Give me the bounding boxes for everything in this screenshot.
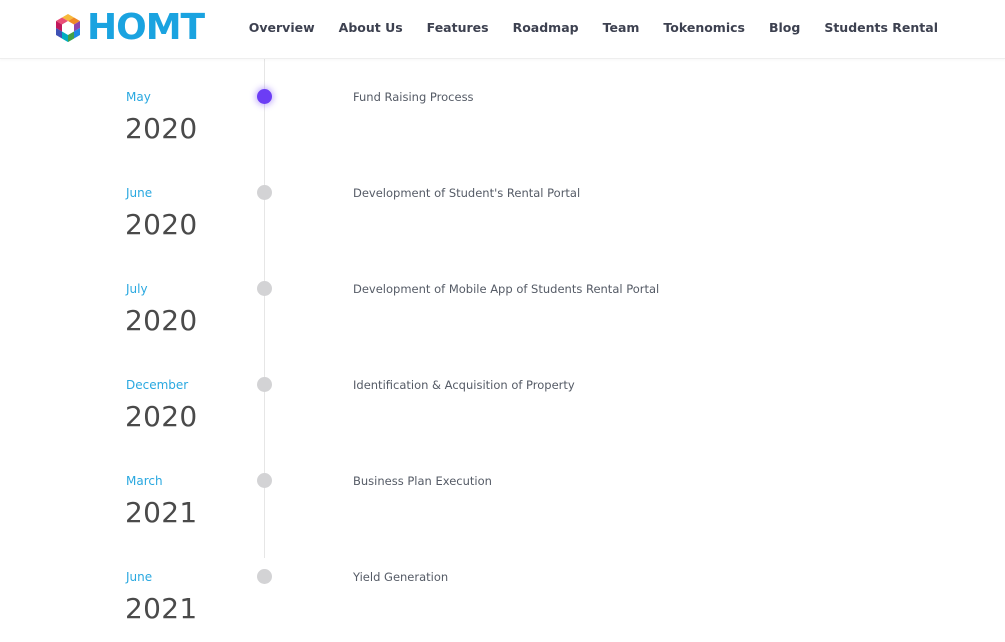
timeline-year: 2020 — [125, 112, 198, 145]
timeline-year: 2021 — [125, 496, 198, 529]
timeline-year: 2020 — [125, 400, 198, 433]
logo-link[interactable]: HOMT — [52, 7, 205, 48]
timeline-item: December 2020 Identification & Acquisiti… — [0, 354, 1005, 450]
nav-item-blog[interactable]: Blog — [757, 20, 812, 35]
timeline-dot — [256, 569, 272, 584]
timeline-year: 2020 — [125, 304, 198, 337]
timeline-dot — [256, 281, 272, 296]
main-nav: Overview About Us Features Roadmap Team … — [237, 0, 950, 54]
timeline-description: Business Plan Execution — [353, 474, 492, 488]
homt-logo-icon — [56, 14, 80, 42]
nav-item-students-rental[interactable]: Students Rental — [812, 20, 950, 35]
timeline-item: May 2020 Fund Raising Process — [0, 66, 1005, 162]
nav-item-roadmap[interactable]: Roadmap — [501, 20, 591, 35]
timeline-month: June — [126, 570, 153, 584]
timeline-month: July — [126, 282, 148, 296]
timeline-description: Development of Mobile App of Students Re… — [353, 282, 660, 296]
site-header: HOMT Overview About Us Features Roadmap … — [0, 0, 1005, 59]
timeline-month: March — [126, 474, 163, 488]
timeline-dot — [256, 185, 272, 200]
timeline-description: Development of Student's Rental Portal — [353, 186, 581, 200]
timeline-dot-active — [256, 89, 272, 104]
timeline-year: 2020 — [125, 208, 198, 241]
timeline-item: June 2021 Yield Generation — [0, 546, 1005, 642]
roadmap-timeline: May 2020 Fund Raising Process June 2020 … — [0, 58, 1005, 625]
timeline-description: Identification & Acquisition of Property — [353, 378, 575, 392]
timeline-month: June — [126, 186, 153, 200]
logo-text: HOMT — [87, 7, 205, 48]
timeline-month: December — [126, 378, 189, 392]
timeline-item: June 2020 Development of Student's Renta… — [0, 162, 1005, 258]
nav-item-features[interactable]: Features — [415, 20, 501, 35]
timeline-description: Fund Raising Process — [353, 90, 474, 104]
timeline-dot — [256, 473, 272, 488]
timeline-item: July 2020 Development of Mobile App of S… — [0, 258, 1005, 354]
timeline-dot — [256, 377, 272, 392]
nav-item-tokenomics[interactable]: Tokenomics — [651, 20, 757, 35]
timeline-item: March 2021 Business Plan Execution — [0, 450, 1005, 546]
timeline-month: May — [126, 90, 151, 104]
timeline-description: Yield Generation — [353, 570, 449, 584]
timeline-year: 2021 — [125, 592, 198, 625]
nav-item-team[interactable]: Team — [591, 20, 652, 35]
nav-item-overview[interactable]: Overview — [237, 20, 327, 35]
nav-item-about-us[interactable]: About Us — [327, 20, 415, 35]
